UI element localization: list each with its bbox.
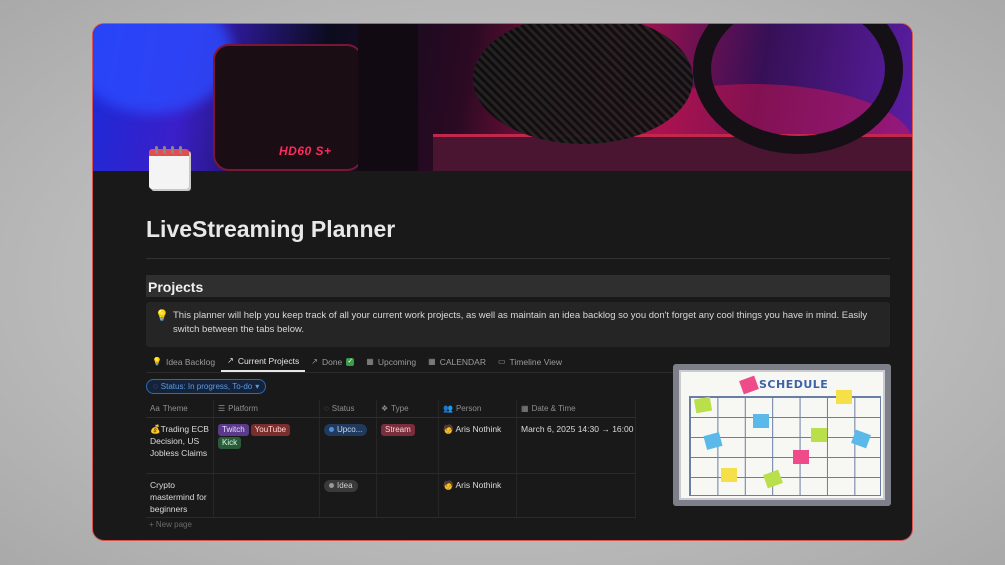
avatar: 🧑 xyxy=(443,424,456,434)
calendar-icon: ▦ xyxy=(366,357,374,366)
theme-cell[interactable]: 💰Trading ECB Decision, US Jobless Claims xyxy=(146,418,214,473)
date-cell[interactable]: March 6, 2025 14:30 → 16:00 xyxy=(517,418,636,473)
cover-brand-text: HD60 S+ xyxy=(279,144,332,158)
cover-glow xyxy=(93,24,233,114)
type-tag: Stream xyxy=(381,424,415,436)
person-cell[interactable]: 🧑 Aris Nothink xyxy=(439,474,517,517)
table-row[interactable]: 💰Trading ECB Decision, US Jobless Claims… xyxy=(146,418,636,474)
sticky-note xyxy=(693,396,713,414)
calendar-icon: ▦ xyxy=(428,357,436,366)
sticky-note xyxy=(793,450,809,464)
status-icon: ◌ xyxy=(324,404,329,413)
tab-current-projects[interactable]: ↗ Current Projects xyxy=(221,351,306,372)
cover-image[interactable]: HD60 S+ xyxy=(93,24,912,171)
timeline-icon: ▭ xyxy=(497,357,506,366)
section-heading[interactable]: Projects xyxy=(146,275,890,297)
status-cell[interactable]: Upco... xyxy=(320,418,377,473)
callout-text: This planner will help you keep track of… xyxy=(173,310,868,335)
platform-tag-youtube: YouTube xyxy=(250,424,291,436)
date-cell[interactable] xyxy=(517,474,636,517)
table-header: Aa Theme ☰ Platform ◌ Status ❖ Type 👥 Person … xyxy=(146,400,636,418)
status-filter[interactable]: ◌ Status: In progress, To-do ▾ xyxy=(146,379,267,394)
type-cell[interactable]: Stream xyxy=(377,418,439,473)
platform-cell[interactable]: Twitch YouTube Kick xyxy=(214,418,320,473)
tab-timeline-view[interactable]: ▭ Timeline View xyxy=(492,351,568,372)
column-header-status[interactable]: ◌ Status xyxy=(320,400,377,417)
sticky-note xyxy=(753,414,769,428)
theme-cell[interactable]: Crypto mastermind for beginners xyxy=(146,474,214,517)
column-header-date-time[interactable]: ▦ Date & Time xyxy=(517,400,636,417)
sticky-note xyxy=(836,390,852,404)
calendar-icon: ▦ xyxy=(521,404,529,413)
schedule-board: SCHEDULE xyxy=(679,370,885,500)
notion-window: HD60 S+ LiveStreaming Planner Projects 💡… xyxy=(92,23,913,541)
status-cell[interactable]: Idea xyxy=(320,474,377,517)
status-icon: ◌ xyxy=(153,382,158,391)
projects-table: Aa Theme ☰ Platform ◌ Status ❖ Type 👥 Person … xyxy=(146,400,636,518)
table-row[interactable]: Crypto mastermind for beginners Idea 🧑 A… xyxy=(146,474,636,518)
type-icon: ❖ xyxy=(381,404,389,413)
platform-cell[interactable] xyxy=(214,474,320,517)
callout[interactable]: 💡 This planner will help you keep track … xyxy=(146,302,890,347)
calendar-page-icon[interactable] xyxy=(149,146,191,191)
schedule-heading: SCHEDULE xyxy=(759,378,829,391)
platform-tag-kick: Kick xyxy=(218,437,242,449)
lightbulb-icon: 💡 xyxy=(152,357,162,366)
check-icon: ✓ xyxy=(346,357,355,366)
type-cell[interactable] xyxy=(377,474,439,517)
platform-tag-twitch: Twitch xyxy=(218,424,249,436)
person-cell[interactable]: 🧑 Aris Nothink xyxy=(439,418,517,473)
tab-upcoming[interactable]: ▦ Upcoming xyxy=(360,351,422,372)
new-page-button[interactable]: + New page xyxy=(149,520,192,529)
sticky-note xyxy=(721,468,737,482)
schedule-board-image: SCHEDULE xyxy=(673,364,891,506)
plus-icon: + xyxy=(149,520,156,529)
sticky-note xyxy=(811,428,827,442)
tab-done[interactable]: ↗ Done ✓ xyxy=(305,351,360,372)
avatar: 🧑 xyxy=(443,480,456,490)
chevron-down-icon: ▾ xyxy=(255,382,260,391)
column-header-person[interactable]: 👥 Person xyxy=(439,400,517,417)
person-icon: 👥 xyxy=(443,404,453,413)
tab-idea-backlog[interactable]: 💡 Idea Backlog xyxy=(146,351,221,372)
page-title[interactable]: LiveStreaming Planner xyxy=(146,216,395,243)
multi-select-icon: ☰ xyxy=(218,404,226,413)
column-header-platform[interactable]: ☰ Platform xyxy=(214,400,320,417)
sticky-note xyxy=(739,375,759,395)
status-badge: Upco... xyxy=(324,423,368,436)
lightbulb-icon: 💡 xyxy=(155,310,169,322)
text-property-icon: Aa xyxy=(150,404,160,413)
capture-device-side xyxy=(358,24,418,171)
arrow-up-right-icon: ↗ xyxy=(227,356,234,365)
column-header-theme[interactable]: Aa Theme xyxy=(146,400,214,417)
tab-calendar[interactable]: ▦ CALENDAR xyxy=(422,351,492,372)
status-badge: Idea xyxy=(324,479,358,492)
column-header-type[interactable]: ❖ Type xyxy=(377,400,439,417)
divider xyxy=(146,258,890,259)
arrow-up-right-icon: ↗ xyxy=(311,357,318,366)
